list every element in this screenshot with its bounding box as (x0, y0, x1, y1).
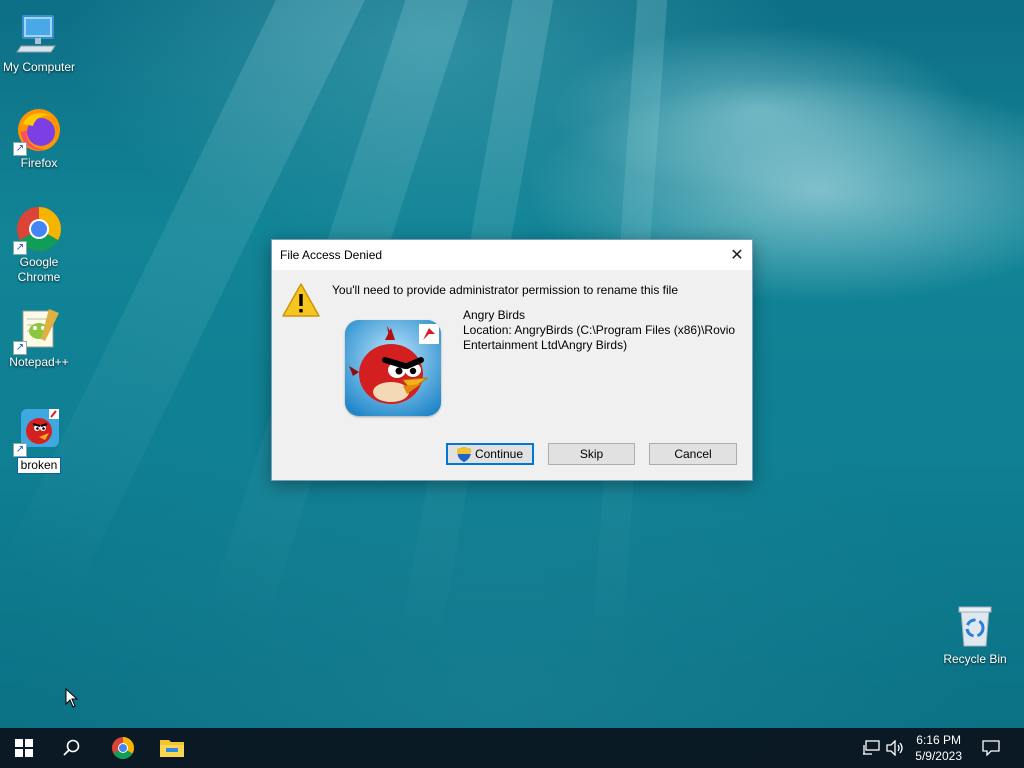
notepadpp-icon: ↗ (13, 305, 63, 355)
file-access-denied-dialog: File Access Denied ✕ You'll need to prov… (271, 239, 753, 481)
file-location-cont: Entertainment Ltd\Angry Birds) (463, 338, 628, 352)
desktop-icon-firefox[interactable]: ↗ Firefox (1, 106, 77, 171)
desktop-icon-chrome[interactable]: ↗ Google Chrome (1, 205, 77, 285)
desktop-icon-label: My Computer (2, 60, 76, 74)
shortcut-arrow-icon: ↗ (13, 142, 27, 156)
folder-icon (160, 740, 184, 757)
start-button[interactable] (0, 728, 48, 768)
skip-button[interactable]: Skip (548, 443, 635, 465)
dialog-message: You'll need to provide administrator per… (332, 283, 679, 297)
desktop-icon-notepadpp[interactable]: ↗ Notepad++ (1, 305, 77, 370)
uac-shield-icon (456, 446, 471, 462)
taskbar-chrome[interactable] (99, 728, 147, 768)
angry-birds-icon (345, 320, 441, 416)
dialog-title: File Access Denied (280, 248, 383, 262)
search-button[interactable] (48, 728, 96, 768)
desktop-icon-label: Firefox (20, 156, 58, 170)
desktop-icon-label: Recycle Bin (943, 652, 1007, 666)
desktop-icon-broken[interactable]: ↗ broken (1, 407, 77, 474)
angry-birds-icon: ↗ (13, 407, 63, 457)
shortcut-arrow-icon: ↗ (13, 443, 27, 457)
taskbar-file-explorer[interactable] (148, 728, 196, 768)
chrome-icon: ↗ (13, 205, 63, 255)
desktop-icon-my-computer[interactable]: My Computer (1, 10, 77, 75)
file-location: Location: AngryBirds (C:\Program Files (… (463, 323, 736, 337)
dialog-title-bar[interactable]: File Access Denied ✕ (272, 240, 752, 270)
taskbar: 6:16 PM 5/9/2023 (0, 728, 1024, 768)
clock[interactable]: 6:16 PM 5/9/2023 (915, 732, 962, 764)
shortcut-arrow-icon: ↗ (13, 241, 27, 255)
file-name: Angry Birds (463, 308, 526, 322)
mouse-cursor-icon (65, 687, 79, 711)
windows-logo-icon (15, 739, 33, 757)
skip-label: Skip (579, 447, 604, 461)
volume-icon[interactable] (883, 728, 907, 768)
search-icon (63, 739, 80, 756)
action-center-button[interactable] (968, 728, 1014, 768)
notification-icon (982, 740, 1000, 756)
continue-label: Continue (474, 447, 524, 461)
cancel-label: Cancel (674, 447, 712, 461)
desktop-icon-label: Google Chrome (17, 255, 61, 284)
clock-date: 5/9/2023 (915, 749, 962, 763)
file-info: Angry Birds Location: AngryBirds (C:\Pro… (463, 308, 743, 353)
desktop-icon-label: broken (16, 457, 62, 474)
warning-icon (282, 283, 320, 317)
recycle-bin-icon (951, 602, 999, 650)
continue-button[interactable]: Continue (446, 443, 534, 465)
firefox-icon: ↗ (13, 106, 63, 156)
close-icon[interactable]: ✕ (722, 240, 752, 270)
cancel-button[interactable]: Cancel (649, 443, 737, 465)
desktop-icon-recycle-bin[interactable]: Recycle Bin (937, 602, 1013, 667)
network-icon[interactable] (858, 728, 884, 768)
clock-time: 6:16 PM (916, 733, 961, 747)
desktop-icon-label: Notepad++ (9, 355, 69, 369)
chrome-icon (112, 737, 134, 759)
computer-icon (15, 10, 63, 58)
shortcut-arrow-icon: ↗ (13, 341, 27, 355)
